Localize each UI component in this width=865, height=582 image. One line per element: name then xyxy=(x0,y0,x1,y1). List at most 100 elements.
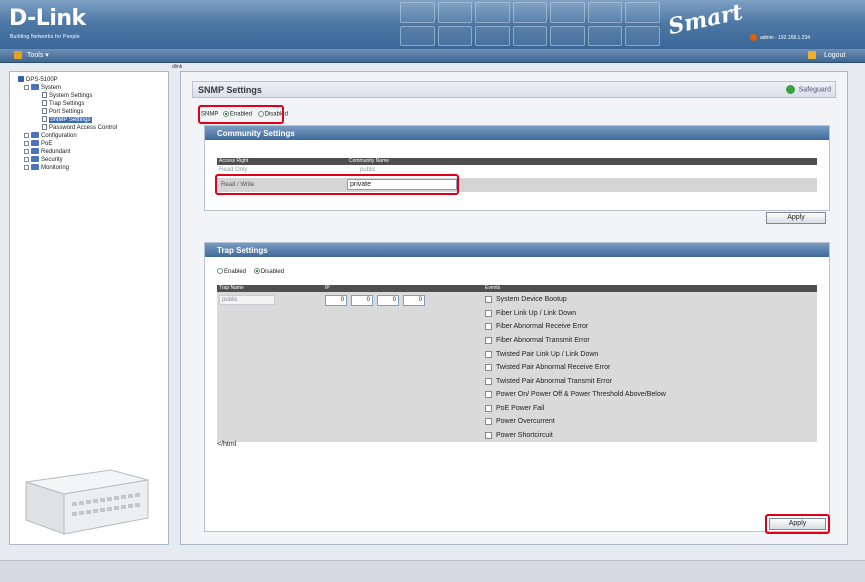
trap-event-item: Twisted Pair Abnormal Receive Error xyxy=(485,362,610,375)
tree-item-trap-settings[interactable]: Trap Settings xyxy=(18,100,117,108)
trap-event-label: Twisted Pair Abnormal Transmit Error xyxy=(496,378,612,385)
expand-icon xyxy=(24,148,29,154)
page-icon xyxy=(42,108,47,115)
page-title: SNMP Settings xyxy=(198,85,262,95)
trap-event-checkbox[interactable] xyxy=(485,390,492,398)
trap-event-item: Fiber Abnormal Transmit Error xyxy=(485,335,590,348)
trap-enabled-label: Enabled xyxy=(224,269,247,275)
trap-event-checkbox[interactable] xyxy=(485,336,492,344)
tree-item-snmp-settings[interactable]: SNMP Settings xyxy=(18,116,117,124)
community-table-header: Access Right Community Name xyxy=(217,158,817,165)
trap-ip-octet-3[interactable]: 0 xyxy=(377,295,399,306)
trap-event-item: Power Overcurrent xyxy=(485,416,555,429)
folder-icon xyxy=(31,164,39,171)
trap-ip-octet-2[interactable]: 0 xyxy=(351,295,373,306)
trap-event-label: Power Shortcircuit xyxy=(496,432,553,439)
safeguard-indicator: Safeguard xyxy=(785,85,831,94)
status-bar xyxy=(0,560,865,582)
expand-icon xyxy=(24,132,29,138)
safeguard-icon xyxy=(785,85,795,94)
trap-ip-octet-1[interactable]: 0 xyxy=(325,295,347,306)
ports-decoration xyxy=(400,2,660,46)
navigation-tree: DPS-5100P System System Settings Trap Se… xyxy=(9,71,169,545)
trap-event-checkbox[interactable] xyxy=(485,363,492,371)
trap-event-label: PoE Power Fail xyxy=(496,405,545,412)
page-titlebar: SNMP Settings Safeguard xyxy=(192,81,836,98)
page-icon xyxy=(42,124,47,131)
trap-event-label: Fiber Link Up / Link Down xyxy=(496,310,577,317)
trap-event-label: System Device Bootup xyxy=(496,296,567,303)
trap-settings-heading: Trap Settings xyxy=(205,243,829,257)
tree-folder-poe[interactable]: PoE xyxy=(18,140,117,148)
trap-event-item: Fiber Link Up / Link Down xyxy=(485,308,576,321)
tree-folder-security[interactable]: Security xyxy=(18,156,117,164)
trap-event-item: Power On/ Power Off & Power Threshold Ab… xyxy=(485,389,666,402)
switch-device-image xyxy=(25,469,149,535)
tree-item-port-settings[interactable]: Port Settings xyxy=(18,108,117,116)
expand-icon xyxy=(24,156,29,162)
breadcrumb: dlink xyxy=(172,64,183,70)
highlight-read-write-row xyxy=(215,174,459,195)
trap-name-input[interactable]: public xyxy=(219,295,275,305)
folder-icon xyxy=(31,148,39,155)
folder-icon xyxy=(31,140,39,147)
trap-apply-button[interactable]: Apply xyxy=(769,518,826,530)
folder-icon xyxy=(31,156,39,163)
trap-disabled-radio[interactable] xyxy=(253,268,260,275)
switch-icon xyxy=(18,76,24,83)
tree-folder-system[interactable]: System xyxy=(18,84,117,92)
logo-tagline: Building Networks for People xyxy=(10,34,80,40)
page-icon xyxy=(42,116,47,123)
user-info: admin - 192.168.1.234 xyxy=(750,34,810,41)
trap-event-label: Power Overcurrent xyxy=(496,418,555,425)
expand-icon xyxy=(24,164,29,170)
user-icon xyxy=(750,34,757,41)
tree-root[interactable]: DPS-5100P xyxy=(18,76,117,84)
dlink-logo: D-Link xyxy=(9,6,86,31)
trap-event-item: Power Shortcircuit xyxy=(485,430,553,443)
trap-event-label: Power On/ Power Off & Power Threshold Ab… xyxy=(496,391,666,398)
trap-event-item: Twisted Pair Abnormal Transmit Error xyxy=(485,376,612,389)
trap-ip-octet-4[interactable]: 0 xyxy=(403,295,425,306)
trap-table-header: Trap Name IP Events xyxy=(217,285,817,292)
community-settings-section: Community Settings Access Right Communit… xyxy=(204,125,830,211)
folder-icon xyxy=(31,84,39,91)
trap-toggle: Enabled Disabled xyxy=(217,268,284,275)
toolbar: Tools ▾ Logout xyxy=(0,49,865,63)
folder-icon xyxy=(31,132,39,139)
trap-event-label: Twisted Pair Abnormal Receive Error xyxy=(496,364,611,371)
stray-html-text: </html xyxy=(217,441,237,448)
trap-disabled-label: Disabled xyxy=(260,269,285,275)
tree-folder-monitoring[interactable]: Monitoring xyxy=(18,164,117,172)
trap-event-label: Fiber Abnormal Receive Error xyxy=(496,323,589,330)
tree-folder-redundant[interactable]: Redundant xyxy=(18,148,117,156)
community-settings-heading: Community Settings xyxy=(205,126,829,140)
trap-event-checkbox[interactable] xyxy=(485,377,492,385)
trap-enabled-radio[interactable] xyxy=(217,268,223,275)
tree-item-password-access-control[interactable]: Password Access Control xyxy=(18,124,117,132)
trap-event-item: Twisted Pair Link Up / Link Down xyxy=(485,349,598,362)
tree-item-system-settings[interactable]: System Settings xyxy=(18,92,117,100)
trap-event-label: Fiber Abnormal Transmit Error xyxy=(496,337,590,344)
trap-event-checkbox[interactable] xyxy=(485,309,492,317)
trap-event-checkbox[interactable] xyxy=(485,295,492,303)
community-apply-button[interactable]: Apply xyxy=(766,212,826,224)
trap-event-checkbox[interactable] xyxy=(485,322,492,330)
tree-folder-configuration[interactable]: Configuration xyxy=(18,132,117,140)
page-icon xyxy=(42,100,47,107)
trap-event-item: PoE Power Fail xyxy=(485,403,544,416)
trap-event-checkbox[interactable] xyxy=(485,431,492,439)
app-header: D-Link Building Networks for People Smar… xyxy=(0,0,865,49)
trap-event-label: Twisted Pair Link Up / Link Down xyxy=(496,351,599,358)
trap-event-checkbox[interactable] xyxy=(485,417,492,425)
trap-event-item: System Device Bootup xyxy=(485,294,567,307)
trap-event-checkbox[interactable] xyxy=(485,404,492,412)
trap-event-item: Fiber Abnormal Receive Error xyxy=(485,321,588,334)
expand-icon xyxy=(24,140,29,146)
page-icon xyxy=(42,92,47,99)
logout-icon xyxy=(808,51,816,59)
highlight-snmp-toggle xyxy=(198,105,284,124)
trap-event-checkbox[interactable] xyxy=(485,350,492,358)
logout-button[interactable]: Logout xyxy=(808,51,845,59)
tools-menu-button[interactable]: Tools ▾ xyxy=(14,51,49,60)
